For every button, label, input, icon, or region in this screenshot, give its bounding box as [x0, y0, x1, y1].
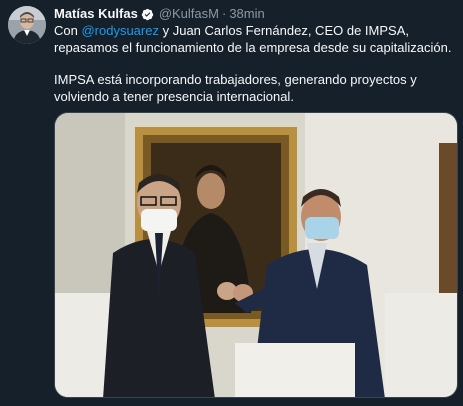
tweet-text: Con @rodysuarez y Juan Carlos Fernández,… [54, 23, 458, 105]
photo-image [55, 113, 457, 397]
author-avatar[interactable] [8, 6, 46, 44]
mention-link[interactable]: @rodysuarez [81, 23, 159, 38]
tweet-paragraph-1: Con @rodysuarez y Juan Carlos Fernández,… [54, 23, 458, 56]
verified-badge-icon [141, 8, 154, 21]
tweet-time[interactable]: 38min [229, 6, 264, 22]
tweet-header: Matías Kulfas @KulfasM · 38min [54, 6, 265, 22]
author-handle[interactable]: @KulfasM [159, 6, 219, 22]
tweet-photo[interactable] [54, 112, 458, 398]
separator: · [221, 6, 227, 21]
tweet-paragraph-2: IMPSA está incorporando trabajadores, ge… [54, 72, 417, 104]
avatar-image [8, 6, 46, 44]
author-name[interactable]: Matías Kulfas [54, 6, 138, 22]
text-prefix: Con [54, 23, 82, 38]
